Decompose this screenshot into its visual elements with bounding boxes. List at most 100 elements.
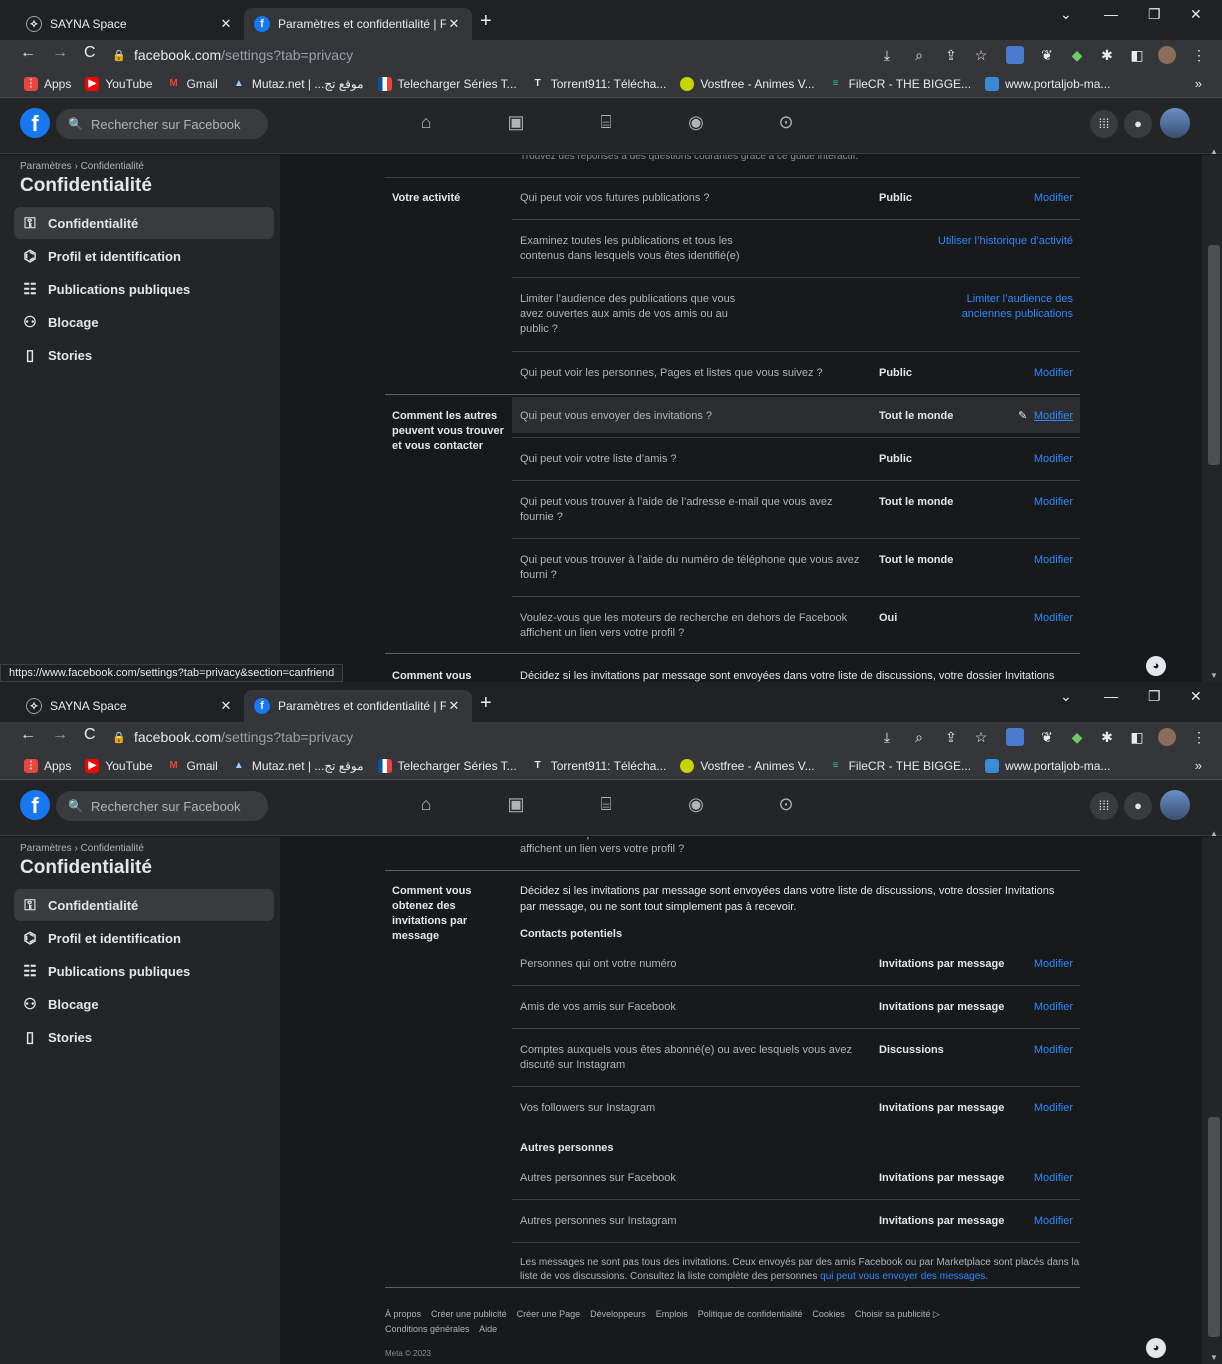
scroll-up-icon[interactable]: ▲ (1210, 147, 1218, 156)
edit-link[interactable]: Modifier (1000, 366, 1073, 381)
watch-icon[interactable]: ▣ (502, 112, 530, 136)
sidebar-item-public-posts[interactable]: ☷ Publications publiques (14, 955, 274, 987)
bookmarks-more-icon[interactable]: » (1195, 758, 1202, 773)
home-icon[interactable]: ⌂ (412, 794, 440, 818)
sidepanel-icon[interactable]: ◧ (1128, 728, 1146, 746)
extension-color-icon[interactable]: ◆ (1068, 728, 1086, 746)
footer-link[interactable]: Créer une Page (517, 1309, 581, 1319)
bookmark-filecr[interactable]: ≡ FileCR - THE BIGGE... (829, 77, 971, 91)
address-bar[interactable]: 🔒 facebook.com/settings?tab=privacy (112, 42, 922, 68)
sidebar-item-stories[interactable]: ▯ Stories (14, 339, 274, 371)
edit-link[interactable]: Modifier (1000, 1043, 1073, 1058)
extension-icon[interactable]: ❦ (1038, 46, 1056, 64)
edit-link[interactable]: Modifier (1000, 837, 1073, 842)
bookmark-youtube[interactable]: ▶ YouTube (85, 76, 153, 91)
bookmark-apps[interactable]: ⋮ Apps (24, 758, 71, 773)
install-icon[interactable]: ⤓ (878, 46, 896, 64)
edit-link[interactable]: Modifier (1000, 409, 1073, 424)
reload-icon[interactable]: C (84, 44, 96, 62)
menu-grid-icon[interactable]: ⁞⁞⁞ (1090, 110, 1118, 138)
breadcrumb[interactable]: Paramètres › Confidentialité (20, 161, 144, 172)
chevron-down-icon[interactable]: ⌄ (1060, 688, 1072, 705)
sidebar-item-privacy[interactable]: ⚿ Confidentialité (14, 889, 274, 921)
bookmark-vostfree[interactable]: Vostfree - Animes V... (680, 758, 815, 773)
extension-translate-icon[interactable] (1006, 46, 1024, 64)
minimize-icon[interactable]: — (1104, 6, 1118, 22)
edit-link[interactable]: Modifier (1000, 452, 1073, 467)
edit-link[interactable]: Modifier (1000, 611, 1073, 626)
footer-link[interactable]: Développeurs (590, 1309, 646, 1319)
sidebar-item-public-posts[interactable]: ☷ Publications publiques (14, 273, 274, 305)
help-icon[interactable]: ◕ (1146, 656, 1166, 676)
sidebar-item-stories[interactable]: ▯ Stories (14, 1021, 274, 1053)
edit-link[interactable]: Modifier (1000, 1000, 1073, 1015)
star-icon[interactable]: ☆ (972, 46, 990, 64)
scroll-down-icon[interactable]: ▼ (1210, 1353, 1218, 1362)
bookmark-torrent911[interactable]: T Torrent911: Télécha... (531, 759, 667, 773)
kebab-menu-icon[interactable]: ⋮ (1190, 46, 1208, 64)
menu-grid-icon[interactable]: ⁞⁞⁞ (1090, 792, 1118, 820)
new-tab-icon[interactable]: + (480, 10, 492, 33)
home-icon[interactable]: ⌂ (412, 112, 440, 136)
tab-sayna[interactable]: ⟡ SAYNA Space ✕ (16, 8, 244, 40)
minimize-icon[interactable]: — (1104, 688, 1118, 704)
zoom-icon[interactable]: ⌕ (910, 46, 928, 64)
scroll-up-icon[interactable]: ▲ (1210, 829, 1218, 838)
scrollbar-thumb[interactable] (1208, 1117, 1220, 1337)
footer-link[interactable]: Choisir sa publicité ▷ (855, 1309, 940, 1319)
edit-link[interactable]: Modifier (1000, 957, 1073, 972)
edit-link[interactable]: Modifier (1000, 1214, 1073, 1229)
extension-translate-icon[interactable] (1006, 728, 1024, 746)
sidebar-item-profile-tagging[interactable]: ⌬ Profil et identification (14, 922, 274, 954)
facebook-logo-icon[interactable]: f (20, 790, 50, 820)
facebook-search-input[interactable]: 🔍 Rechercher sur Facebook (56, 791, 268, 821)
back-icon[interactable]: ← (20, 726, 36, 744)
groups-icon[interactable]: ◉ (682, 794, 710, 818)
tab-facebook-settings[interactable]: f Paramètres et confidentialité | Fa ✕ (244, 8, 472, 40)
edit-link[interactable]: Modifier (1000, 1171, 1073, 1186)
puzzle-icon[interactable]: ✱ (1098, 728, 1116, 746)
bookmark-youtube[interactable]: ▶ YouTube (85, 758, 153, 773)
tab-sayna[interactable]: ⟡ SAYNA Space ✕ (16, 690, 244, 722)
gaming-icon[interactable]: ⊙ (772, 112, 800, 136)
address-bar[interactable]: 🔒 facebook.com/settings?tab=privacy (112, 724, 922, 750)
footer-link[interactable]: Conditions générales (385, 1324, 470, 1334)
extension-icon[interactable]: ❦ (1038, 728, 1056, 746)
bookmark-gmail[interactable]: M Gmail (167, 77, 218, 91)
reload-icon[interactable]: C (84, 726, 96, 744)
avatar[interactable] (1160, 108, 1190, 138)
close-window-icon[interactable]: ✕ (1190, 688, 1202, 705)
edit-link[interactable]: Modifier (1000, 191, 1073, 206)
bookmark-mutaz[interactable]: ▲ Mutaz.net | ...موقع تج (232, 77, 364, 91)
bookmark-series[interactable]: Telecharger Séries T... (377, 758, 517, 773)
bookmark-apps[interactable]: ⋮ Apps (24, 76, 71, 91)
bookmarks-more-icon[interactable]: » (1195, 76, 1202, 91)
bookmark-gmail[interactable]: M Gmail (167, 759, 218, 773)
chevron-down-icon[interactable]: ⌄ (1060, 6, 1072, 23)
profile-avatar-icon[interactable] (1158, 728, 1176, 746)
watch-icon[interactable]: ▣ (502, 794, 530, 818)
marketplace-icon[interactable]: ⌸ (592, 112, 620, 136)
footer-link[interactable]: Créer une publicité (431, 1309, 507, 1319)
scrollbar-thumb[interactable] (1208, 245, 1220, 465)
edit-link[interactable]: Modifier (1000, 553, 1073, 568)
footer-link[interactable]: À propos (385, 1309, 421, 1319)
share-icon[interactable]: ⇪ (942, 728, 960, 746)
close-icon[interactable]: ✕ (446, 16, 462, 32)
close-icon[interactable]: ✕ (218, 698, 234, 714)
close-icon[interactable]: ✕ (446, 698, 462, 714)
avatar[interactable] (1160, 790, 1190, 820)
install-icon[interactable]: ⤓ (878, 728, 896, 746)
star-icon[interactable]: ☆ (972, 728, 990, 746)
limit-past-posts-link[interactable]: Limiter l’audience des (880, 292, 1073, 307)
restore-icon[interactable]: ❐ (1148, 688, 1161, 705)
edit-link[interactable]: Modifier (1000, 1101, 1073, 1116)
forward-icon[interactable]: → (52, 44, 68, 62)
close-window-icon[interactable]: ✕ (1190, 6, 1202, 23)
notifications-icon[interactable]: ● (1124, 792, 1152, 820)
tab-facebook-settings[interactable]: f Paramètres et confidentialité | Fa ✕ (244, 690, 472, 722)
who-can-message-link[interactable]: qui peut vous envoyer des messages. (820, 1271, 988, 1282)
profile-avatar-icon[interactable] (1158, 46, 1176, 64)
footer-link[interactable]: Cookies (812, 1309, 845, 1319)
scroll-down-icon[interactable]: ▼ (1210, 671, 1218, 680)
